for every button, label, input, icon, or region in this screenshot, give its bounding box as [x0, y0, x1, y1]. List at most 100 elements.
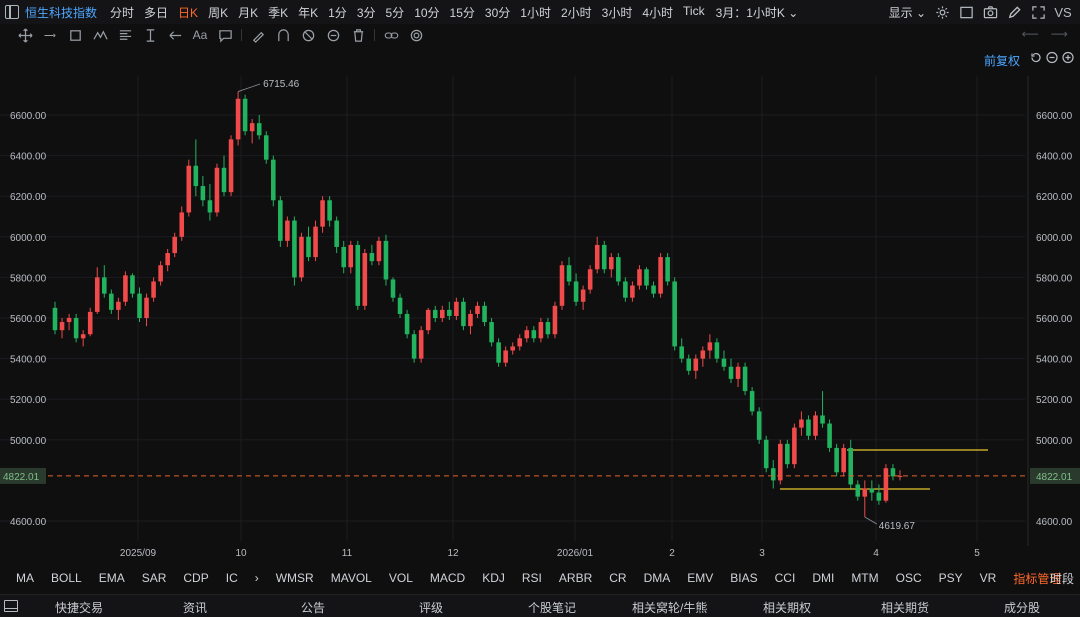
- link-icon[interactable]: [382, 26, 400, 44]
- candle-body: [869, 488, 875, 493]
- period-tab[interactable]: 5分: [386, 4, 405, 21]
- instrument-title[interactable]: 恒生科技指数: [25, 4, 97, 21]
- indicator-tab[interactable]: MACD: [430, 571, 465, 585]
- period-tab[interactable]: 1分: [328, 4, 347, 21]
- bottom-nav-item[interactable]: 相关期货: [881, 599, 929, 616]
- period-tab[interactable]: 月K: [238, 4, 258, 21]
- bottom-nav-item[interactable]: 相关窝轮/牛熊: [632, 599, 707, 616]
- indicator-tab[interactable]: CCI: [775, 571, 796, 585]
- arrow-tool-icon[interactable]: [166, 26, 184, 44]
- redo-icon[interactable]: ⟶: [1051, 27, 1068, 41]
- candle-body: [165, 253, 170, 266]
- period-tab[interactable]: 10分: [414, 4, 439, 21]
- period-tab[interactable]: 分时: [110, 4, 134, 21]
- indicator-tab[interactable]: PSY: [939, 571, 963, 585]
- zoom-out-icon[interactable]: [1046, 51, 1058, 63]
- trash-icon[interactable]: [349, 26, 367, 44]
- lock-drawings-icon[interactable]: [324, 26, 342, 44]
- period-tab[interactable]: 4小时: [642, 4, 673, 21]
- pen-icon[interactable]: [1006, 4, 1022, 20]
- indicator-tab[interactable]: WMSR: [276, 571, 314, 585]
- brush-tool-icon[interactable]: [249, 26, 267, 44]
- fullscreen-icon[interactable]: [1030, 4, 1046, 20]
- bottom-nav-item[interactable]: 个股笔记: [528, 599, 576, 616]
- period-tab[interactable]: Tick: [683, 4, 705, 21]
- candle-body: [890, 468, 896, 477]
- period-tab[interactable]: 3小时: [602, 4, 633, 21]
- undo-icon[interactable]: ⟵: [1022, 27, 1039, 41]
- draw-settings-icon[interactable]: [407, 26, 425, 44]
- period-tab[interactable]: 1小时: [520, 4, 551, 21]
- hide-drawings-icon[interactable]: [299, 26, 317, 44]
- layout-icon[interactable]: [958, 4, 974, 20]
- indicator-tab[interactable]: CDP: [183, 571, 208, 585]
- bottom-nav-item[interactable]: 资讯: [183, 599, 207, 616]
- rect-tool-icon[interactable]: [66, 26, 84, 44]
- candle-body: [763, 439, 769, 469]
- period-tab[interactable]: 15分: [450, 4, 475, 21]
- indicator-tab[interactable]: VOL: [389, 571, 413, 585]
- period-tab[interactable]: 日K: [178, 4, 198, 21]
- indicator-tab[interactable]: SAR: [142, 571, 167, 585]
- move-icon[interactable]: [16, 26, 34, 44]
- candle-body: [397, 297, 403, 314]
- period-tab[interactable]: 季K: [268, 4, 288, 21]
- indicator-tab[interactable]: KDJ: [482, 571, 505, 585]
- indicator-tab[interactable]: BIAS: [730, 571, 757, 585]
- indicator-tab[interactable]: MA: [16, 571, 34, 585]
- wave-tool-icon[interactable]: [91, 26, 109, 44]
- display-button[interactable]: 显示 ⌄: [889, 4, 926, 21]
- candle-body: [630, 285, 635, 298]
- period-tab[interactable]: 30分: [485, 4, 510, 21]
- candlestick-chart[interactable]: 4600.00 5000.00 5200.00 5400.00 5600.00 5800.…: [0, 46, 1080, 566]
- indicator-tab[interactable]: RSI: [522, 571, 542, 585]
- indicator-tab[interactable]: MTM: [851, 571, 878, 585]
- bottom-nav-item[interactable]: 快捷交易: [55, 599, 103, 616]
- magnet-icon[interactable]: [274, 26, 292, 44]
- period-tab[interactable]: 2小时: [561, 4, 592, 21]
- candle-body: [411, 334, 417, 359]
- settings-icon[interactable]: [934, 4, 950, 20]
- indicator-tab[interactable]: OSC: [896, 571, 922, 585]
- indicator-tab[interactable]: BOLL: [51, 571, 82, 585]
- period-tab[interactable]: 3分: [357, 4, 376, 21]
- candle-body: [594, 244, 600, 270]
- period-tab[interactable]: 周K: [208, 4, 228, 21]
- panel-toggle-icon[interactable]: [4, 600, 18, 612]
- indicator-tab[interactable]: MAVOL: [331, 571, 372, 585]
- indicator-tab[interactable]: DMI: [812, 571, 834, 585]
- compare-vs-button[interactable]: VS: [1054, 4, 1072, 20]
- indicator-tab[interactable]: IC: [226, 571, 238, 585]
- bottom-nav-item[interactable]: 评级: [419, 599, 443, 616]
- chart-canvas[interactable]: 4600.00 5000.00 5200.00 5400.00 5600.00 5800.…: [0, 46, 1080, 566]
- candle-body: [172, 236, 177, 254]
- window-icon[interactable]: [5, 5, 19, 19]
- fib-tool-icon[interactable]: [116, 26, 134, 44]
- line-tool-icon[interactable]: [41, 26, 59, 44]
- bottom-nav-item[interactable]: 公告: [301, 599, 325, 616]
- indicator-tab[interactable]: ARBR: [559, 571, 592, 585]
- indicator-tab[interactable]: DMA: [644, 571, 671, 585]
- range-select[interactable]: 3月：1小时K ⌄: [716, 4, 799, 21]
- candle-body: [855, 484, 861, 497]
- text-tool-icon[interactable]: Aa: [191, 26, 209, 44]
- indicator-tab[interactable]: CR: [609, 571, 626, 585]
- indicator-tab[interactable]: EMV: [687, 571, 713, 585]
- camera-icon[interactable]: [982, 4, 998, 20]
- period-tab[interactable]: 年K: [298, 4, 318, 21]
- y-tick-label: 5200.00: [1036, 395, 1073, 406]
- session-button[interactable]: 时段: [1050, 570, 1074, 587]
- zoom-in-icon[interactable]: [1062, 51, 1074, 63]
- comment-tool-icon[interactable]: [216, 26, 234, 44]
- adjust-mode-label[interactable]: 前复权: [984, 52, 1020, 69]
- indicator-tab[interactable]: VR: [980, 571, 997, 585]
- bottom-nav-item[interactable]: 相关期权: [763, 599, 811, 616]
- measure-tool-icon[interactable]: [141, 26, 159, 44]
- candle-body: [510, 346, 515, 351]
- period-tab[interactable]: 多日: [144, 4, 168, 21]
- candle-body: [200, 186, 206, 201]
- reset-icon[interactable]: [1030, 51, 1042, 63]
- bottom-nav-item[interactable]: 成分股: [1004, 599, 1040, 616]
- chevron-right-icon[interactable]: ›: [255, 571, 259, 585]
- indicator-tab[interactable]: EMA: [99, 571, 125, 585]
